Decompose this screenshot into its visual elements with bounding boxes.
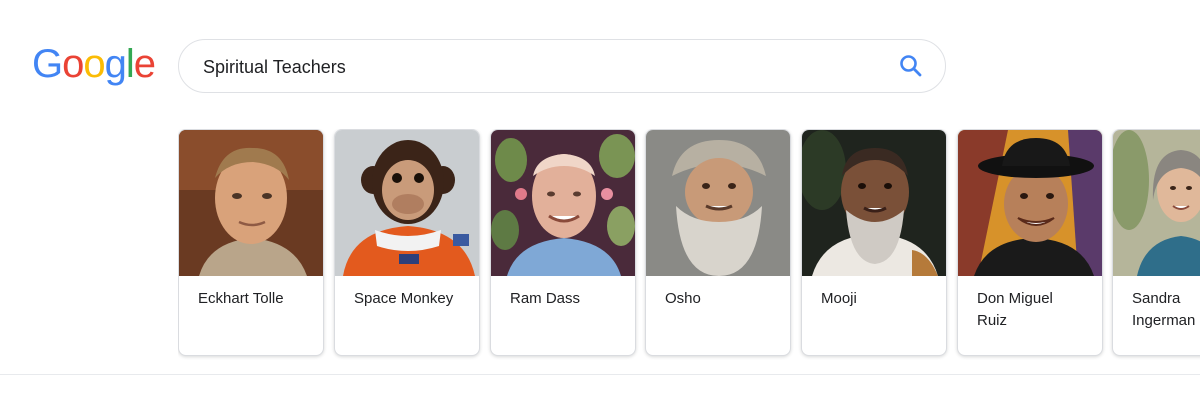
divider (0, 374, 1200, 375)
person-name-line: Don Miguel (977, 290, 1053, 307)
carousel-card[interactable]: Mooji (801, 129, 947, 356)
person-name: Space Monkey (354, 288, 474, 310)
logo-letter: o (62, 42, 84, 86)
person-name-line: Osho (665, 290, 701, 307)
search-button[interactable] (897, 52, 925, 80)
person-name-line: Space Monkey (354, 290, 454, 307)
people-carousel: Eckhart Tolle Space Monkey Ram Dass Osho… (178, 129, 1200, 361)
search-results-page: Google Spiritual Teachers Eckhart Tolle … (0, 0, 1200, 408)
person-photo (179, 130, 323, 276)
person-name: Mooji (821, 288, 941, 310)
search-icon (900, 55, 922, 77)
carousel-card[interactable]: Eckhart Tolle (178, 129, 324, 356)
person-name-line: Ruiz (977, 312, 1008, 329)
carousel-card[interactable]: Ram Dass (490, 129, 636, 356)
person-name-line: Ingerman (1132, 312, 1196, 329)
person-photo (802, 130, 946, 276)
person-name-line: Eckhart Tolle (198, 290, 284, 307)
search-input[interactable] (203, 54, 863, 80)
search-box (178, 39, 946, 93)
person-name: Sandra Ingerman (1132, 288, 1200, 332)
person-name: Osho (665, 288, 785, 310)
person-photo (646, 130, 790, 276)
person-name-line: Sandra (1132, 290, 1181, 307)
person-photo (1113, 130, 1200, 276)
person-photo (335, 130, 479, 276)
logo-letter: o (83, 42, 105, 86)
person-name: Don Miguel Ruiz (977, 288, 1097, 332)
carousel-card[interactable]: Don Miguel Ruiz (957, 129, 1103, 356)
person-name-line: Ram Dass (510, 290, 581, 307)
person-name: Eckhart Tolle (198, 288, 318, 310)
google-logo[interactable]: Google (32, 42, 156, 86)
person-name: Ram Dass (510, 288, 630, 310)
person-photo (958, 130, 1102, 276)
carousel-card[interactable]: Sandra Ingerman (1112, 129, 1200, 356)
person-photo (491, 130, 635, 276)
carousel-card[interactable]: Space Monkey (334, 129, 480, 356)
logo-letter: g (104, 42, 127, 86)
logo-letter: G (32, 42, 63, 86)
person-name-line: Mooji (821, 290, 857, 307)
logo-letter: e (133, 42, 156, 86)
logo-letter: l (125, 42, 135, 86)
carousel-card[interactable]: Osho (645, 129, 791, 356)
